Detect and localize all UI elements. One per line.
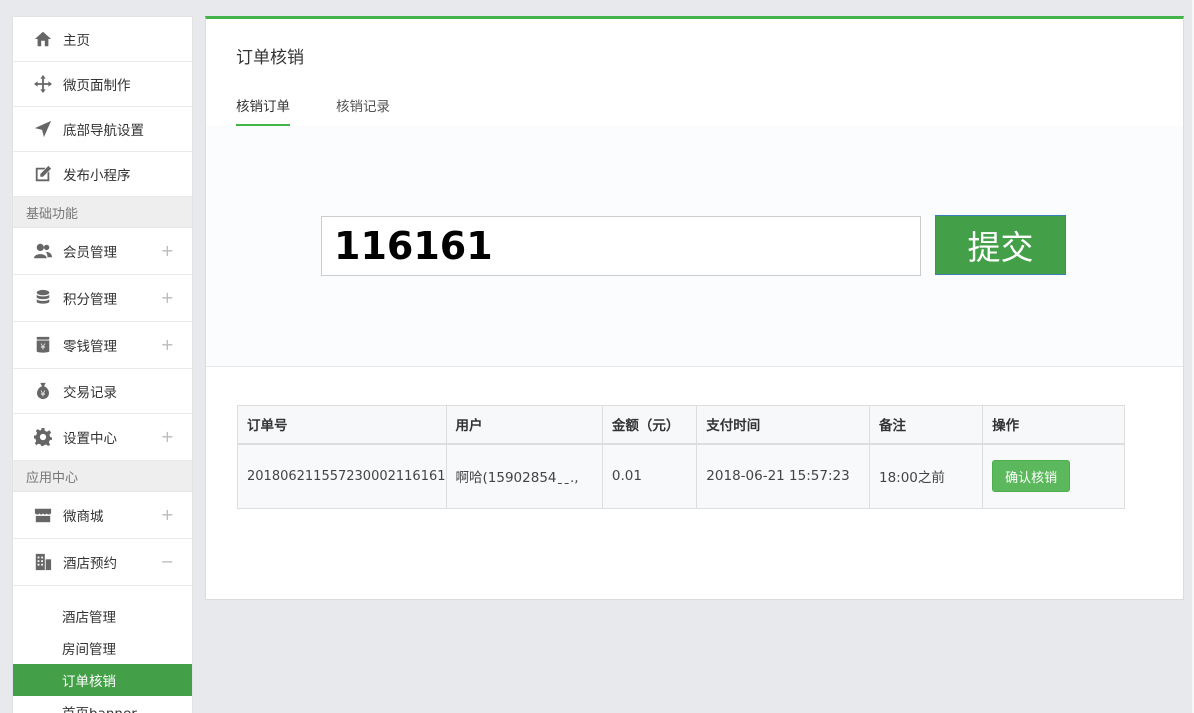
wallet-icon: ¥ — [33, 335, 53, 355]
sidebar-item-change[interactable]: ¥ 零钱管理 + — [13, 322, 192, 369]
tab-bar: 核销订单 核销记录 — [206, 95, 1183, 127]
sidebar-item-micro-page[interactable]: 微页面制作 — [13, 62, 192, 107]
expand-icon[interactable]: + — [161, 290, 174, 306]
sidebar-item-label: 发布小程序 — [63, 168, 131, 184]
home-icon — [33, 29, 53, 49]
cell-note: 18:00之前 — [868, 443, 984, 509]
sidebar-item-home[interactable]: 主页 — [13, 17, 192, 62]
users-icon — [33, 241, 53, 261]
navigation-arrow-icon — [33, 119, 53, 139]
sidebar-item-label: 微页面制作 — [63, 78, 131, 94]
sidebar-subitem-home-banner[interactable]: 首页banner — [13, 696, 192, 713]
cell-user: 啊哈(15902854ˍˍ., — [445, 443, 603, 509]
sidebar-item-label: 设置中心 — [63, 431, 117, 447]
order-table-wrapper: 订单号 用户 金额（元） 支付时间 备注 操作 2018062115572300… — [237, 405, 1125, 509]
column-header-user: 用户 — [445, 405, 603, 445]
expand-icon[interactable]: + — [161, 429, 174, 445]
cell-pay-time: 2018-06-21 15:57:23 — [696, 443, 870, 509]
column-header-amount: 金额（元） — [601, 405, 698, 445]
sidebar-item-members[interactable]: 会员管理 + — [13, 228, 192, 275]
sidebar-item-label: 酒店预约 — [63, 556, 117, 572]
sidebar-item-label: 会员管理 — [63, 245, 117, 261]
sidebar: 主页 微页面制作 底部导航设置 发布小程序 基础功能 会员管理 + 积分管理 +… — [12, 16, 193, 713]
section-header-basic: 基础功能 — [13, 197, 192, 228]
submit-button[interactable]: 提交 — [935, 215, 1066, 275]
expand-icon[interactable]: + — [161, 337, 174, 353]
sidebar-subitem-order-verify[interactable]: 订单核销 — [13, 664, 192, 696]
tab-verify-order[interactable]: 核销订单 — [236, 95, 290, 127]
sidebar-item-label: 交易记录 — [63, 385, 117, 401]
column-header-note: 备注 — [868, 405, 984, 445]
expand-icon[interactable]: + — [161, 507, 174, 523]
sidebar-item-mall[interactable]: 微商城 + — [13, 492, 192, 539]
building-icon — [33, 552, 53, 572]
order-table: 订单号 用户 金额（元） 支付时间 备注 操作 2018062115572300… — [237, 405, 1125, 509]
cell-amount: 0.01 — [601, 443, 698, 509]
column-header-action: 操作 — [982, 405, 1125, 445]
confirm-verify-button[interactable]: 确认核销 — [992, 460, 1071, 493]
sidebar-subitem-hotel-manage[interactable]: 酒店管理 — [13, 600, 192, 632]
store-icon — [33, 505, 53, 525]
sidebar-item-label: 零钱管理 — [63, 339, 117, 355]
page-title: 订单核销 — [236, 48, 304, 68]
table-header-row: 订单号 用户 金额（元） 支付时间 备注 操作 — [237, 405, 1125, 445]
column-header-order-no: 订单号 — [237, 405, 447, 445]
collapse-icon[interactable]: − — [161, 554, 174, 570]
main-panel: 订单核销 核销订单 核销记录 提交 订单号 用户 金额（元） 支 — [205, 16, 1184, 600]
expand-icon[interactable]: + — [161, 243, 174, 259]
sidebar-item-bottom-nav[interactable]: 底部导航设置 — [13, 107, 192, 152]
verify-code-input[interactable] — [321, 216, 921, 276]
gear-icon — [33, 427, 53, 447]
sidebar-item-publish[interactable]: 发布小程序 — [13, 152, 192, 197]
sidebar-item-points[interactable]: 积分管理 + — [13, 275, 192, 322]
svg-text:¥: ¥ — [40, 388, 45, 398]
submenu-spacer — [13, 586, 192, 600]
verify-form: 提交 — [206, 126, 1183, 367]
sidebar-item-label: 底部导航设置 — [63, 123, 144, 139]
money-bag-icon: ¥ — [33, 381, 53, 401]
sidebar-item-settings[interactable]: 设置中心 + — [13, 414, 192, 461]
cell-action: 确认核销 — [982, 443, 1125, 509]
tab-verify-records[interactable]: 核销记录 — [336, 95, 390, 127]
section-header-app: 应用中心 — [13, 461, 192, 492]
database-icon — [33, 288, 53, 308]
sidebar-item-transactions[interactable]: ¥ 交易记录 — [13, 369, 192, 414]
sidebar-item-label: 主页 — [63, 33, 90, 49]
sidebar-item-hotel[interactable]: 酒店预约 − — [13, 539, 192, 586]
table-row: 201806211557230002116161 啊哈(15902854ˍˍ.,… — [237, 443, 1125, 509]
sidebar-item-label: 积分管理 — [63, 292, 117, 308]
move-icon — [33, 74, 53, 94]
sidebar-subitem-room-manage[interactable]: 房间管理 — [13, 632, 192, 664]
column-header-pay-time: 支付时间 — [696, 405, 870, 445]
cell-order-no: 201806211557230002116161 — [237, 443, 447, 509]
sidebar-item-label: 微商城 — [63, 509, 104, 525]
svg-text:¥: ¥ — [40, 342, 45, 352]
page: 主页 微页面制作 底部导航设置 发布小程序 基础功能 会员管理 + 积分管理 +… — [0, 0, 1194, 713]
edit-icon — [33, 164, 53, 184]
